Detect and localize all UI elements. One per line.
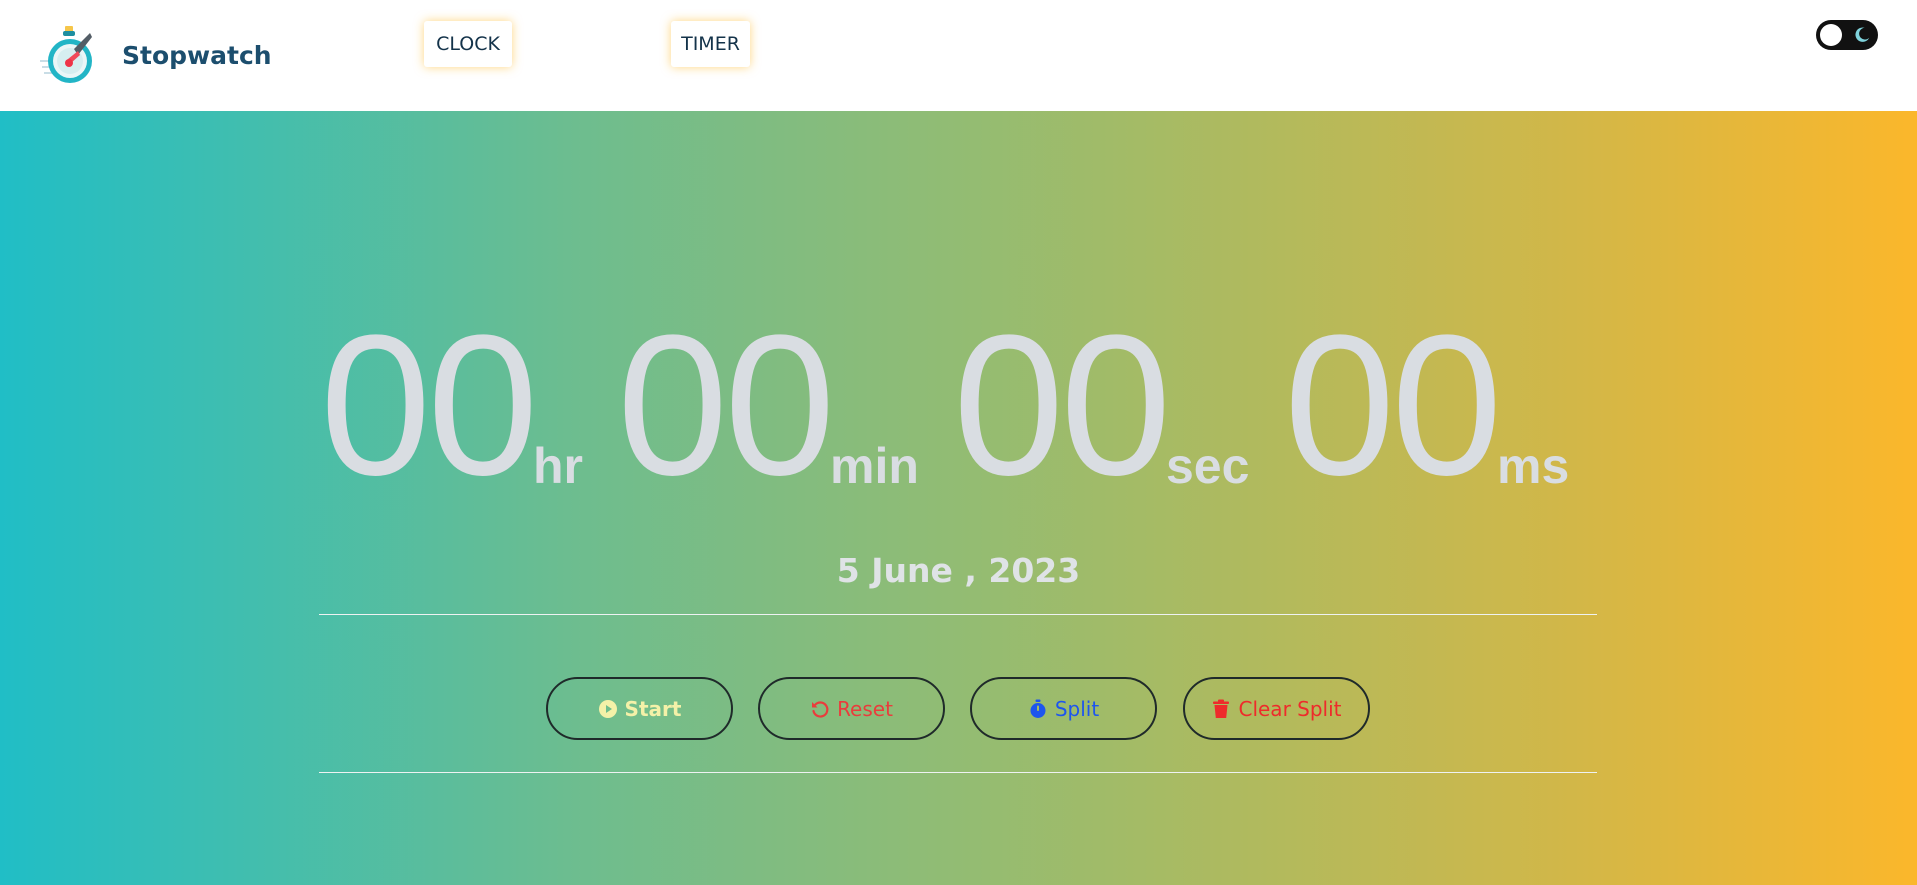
toggle-knob: [1820, 24, 1842, 46]
clear-split-button[interactable]: Clear Split: [1183, 677, 1370, 740]
stopwatch-logo-icon: [40, 26, 92, 83]
minutes-unit: min: [830, 438, 919, 494]
trash-icon: [1213, 699, 1230, 718]
theme-toggle[interactable]: [1816, 20, 1878, 50]
current-date: 5 June , 2023: [836, 551, 1081, 590]
minutes-value: 00: [617, 294, 835, 517]
clear-split-label: Clear Split: [1238, 696, 1342, 721]
milliseconds-value: 00: [1284, 294, 1502, 517]
seconds-value: 00: [953, 294, 1171, 517]
divider: [319, 614, 1597, 615]
start-label: Start: [624, 696, 682, 721]
clock-nav-button[interactable]: CLOCK: [424, 21, 512, 67]
stopwatch-icon: [1030, 699, 1046, 718]
seconds-unit: sec: [1166, 438, 1250, 494]
timer-nav-button[interactable]: TIMER: [671, 21, 750, 67]
rotate-left-icon: [812, 700, 829, 718]
milliseconds-unit: ms: [1497, 438, 1570, 494]
split-button[interactable]: Split: [970, 677, 1157, 740]
hours-value: 00: [320, 294, 538, 517]
top-bar: Stopwatch CLOCK TIMER: [0, 0, 1917, 111]
play-circle-icon: [598, 699, 617, 718]
hours-unit: hr: [533, 438, 583, 494]
start-button[interactable]: Start: [546, 677, 733, 740]
brand[interactable]: Stopwatch: [38, 20, 272, 90]
reset-label: Reset: [837, 696, 893, 721]
divider: [319, 772, 1597, 773]
time-display: 00 hr 00 min 00 sec 00 ms: [320, 306, 1600, 506]
split-label: Split: [1054, 696, 1100, 721]
stopwatch-panel: 00 hr 00 min 00 sec 00 ms 5 June , 2023 …: [0, 111, 1917, 885]
moon-icon: [1855, 27, 1870, 42]
brand-name: Stopwatch: [122, 40, 272, 70]
reset-button[interactable]: Reset: [758, 677, 945, 740]
